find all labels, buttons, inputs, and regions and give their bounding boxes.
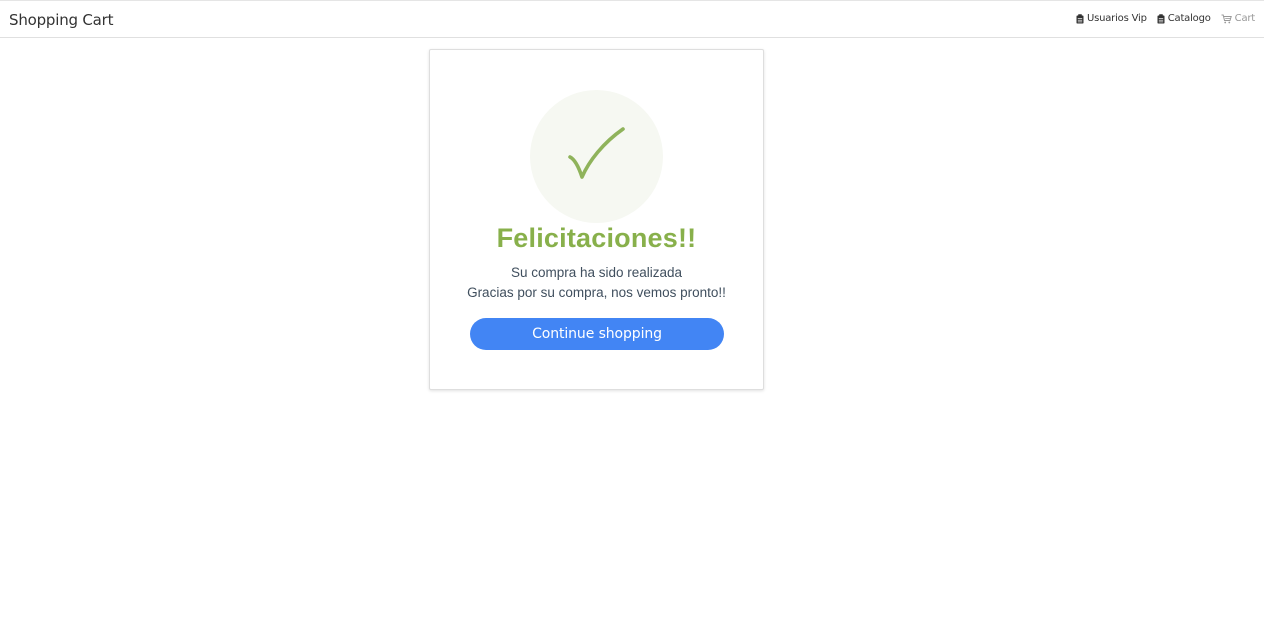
nav-link-label: Usuarios Vip xyxy=(1086,13,1147,24)
navbar: Shopping Cart Usuarios Vip Catalogo Cart xyxy=(0,0,1264,38)
nav-link-catalogo[interactable]: Catalogo xyxy=(1157,13,1211,24)
success-title: Felicitaciones!! xyxy=(496,223,697,253)
clipboard-icon xyxy=(1157,13,1165,24)
success-card: Felicitaciones!! Su compra ha sido reali… xyxy=(429,49,764,390)
nav-links: Usuarios Vip Catalogo Cart xyxy=(1076,13,1255,24)
nav-link-label: Catalogo xyxy=(1167,13,1211,24)
nav-link-cart[interactable]: Cart xyxy=(1221,13,1255,24)
message-line: Su compra ha sido realizada xyxy=(510,265,683,280)
nav-link-label: Cart xyxy=(1234,13,1256,24)
checkmark-icon xyxy=(565,125,629,188)
cart-icon xyxy=(1221,14,1232,24)
continue-shopping-button[interactable]: Continue shopping xyxy=(470,318,724,350)
checkmark-circle xyxy=(530,90,663,223)
nav-link-usuarios-vip[interactable]: Usuarios Vip xyxy=(1076,13,1147,24)
clipboard-icon xyxy=(1076,13,1084,24)
brand-link[interactable]: Shopping Cart xyxy=(9,11,114,29)
message-line: Gracias por su compra, nos vemos pronto!… xyxy=(467,285,726,300)
success-message: Su compra ha sido realizada Gracias por … xyxy=(430,263,763,303)
